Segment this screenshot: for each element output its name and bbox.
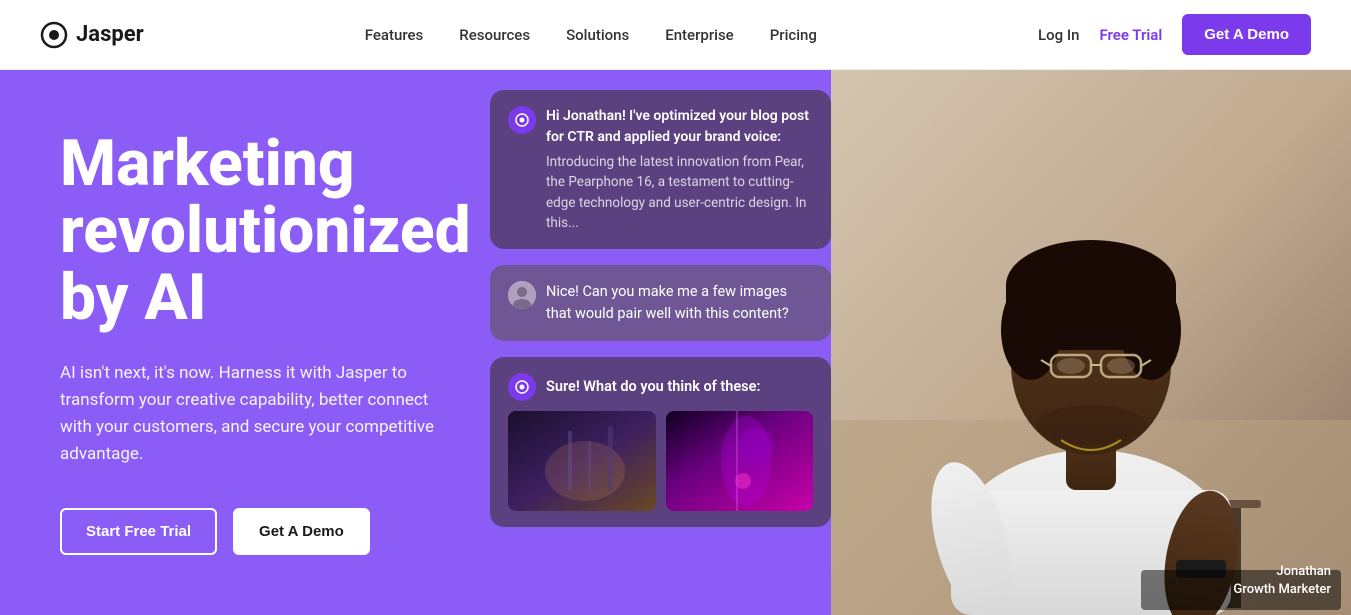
photo-person-role: Growth Marketer — [1233, 581, 1331, 599]
chat-bubble-3: Sure! What do you think of these: — [490, 357, 831, 527]
ai-icon-2 — [508, 373, 536, 401]
nav-right: Log In Free Trial Get A Demo — [1038, 14, 1311, 55]
login-link[interactable]: Log In — [1038, 26, 1079, 44]
chat-images — [508, 411, 813, 511]
nav-item-solutions[interactable]: Solutions — [566, 25, 629, 44]
hero-photo: Jonathan Growth Marketer — [831, 70, 1351, 615]
bubble1-body: Introducing the latest innovation from P… — [546, 152, 813, 233]
chat-bubble-2: Nice! Can you make me a few images that … — [490, 265, 831, 341]
image-preview-dark — [508, 411, 656, 511]
free-trial-link[interactable]: Free Trial — [1099, 26, 1162, 44]
start-free-trial-button[interactable]: Start Free Trial — [60, 508, 217, 555]
photo-person-name: Jonathan — [1233, 563, 1331, 581]
logo-text: Jasper — [76, 22, 144, 47]
ai-icon-1 — [508, 106, 536, 134]
get-demo-nav-button[interactable]: Get A Demo — [1182, 14, 1311, 55]
hero-left: Marketing revolutionized by AI AI isn't … — [0, 70, 480, 615]
hero-person-illustration — [831, 70, 1351, 615]
user-avatar-icon — [508, 281, 536, 309]
chat-container: Hi Jonathan! I've optimized your blog po… — [490, 90, 831, 527]
hero-headline: Marketing revolutionized by AI — [60, 130, 480, 332]
get-demo-hero-button[interactable]: Get A Demo — [233, 508, 370, 555]
ai-logo-icon-2 — [514, 379, 530, 395]
nav-item-resources[interactable]: Resources — [459, 25, 530, 44]
bubble3-title: Sure! What do you think of these: — [546, 376, 760, 398]
nav-item-enterprise[interactable]: Enterprise — [665, 25, 733, 44]
chat-image-1 — [508, 411, 656, 511]
nav-links: Features Resources Solutions Enterprise … — [365, 25, 817, 44]
chat-bubble-1: Hi Jonathan! I've optimized your blog po… — [490, 90, 831, 249]
nav-item-pricing[interactable]: Pricing — [770, 25, 817, 44]
navbar: Jasper Features Resources Solutions Ente… — [0, 0, 1351, 70]
bubble2-text: Nice! Can you make me a few images that … — [546, 281, 813, 325]
bubble1-title: Hi Jonathan! I've optimized your blog po… — [546, 106, 813, 148]
chat-image-2 — [666, 411, 814, 511]
hero-subtext: AI isn't next, it's now. Harness it with… — [60, 360, 440, 469]
user-icon — [508, 281, 536, 309]
logo[interactable]: Jasper — [40, 21, 144, 49]
hero-right: Hi Jonathan! I've optimized your blog po… — [480, 70, 1351, 615]
image-preview-neon — [666, 411, 814, 511]
hero-section: Marketing revolutionized by AI AI isn't … — [0, 70, 1351, 615]
photo-caption: Jonathan Growth Marketer — [1233, 563, 1331, 599]
logo-icon — [40, 21, 68, 49]
ai-logo-icon — [514, 112, 530, 128]
hero-buttons: Start Free Trial Get A Demo — [60, 508, 480, 555]
nav-item-features[interactable]: Features — [365, 25, 423, 44]
